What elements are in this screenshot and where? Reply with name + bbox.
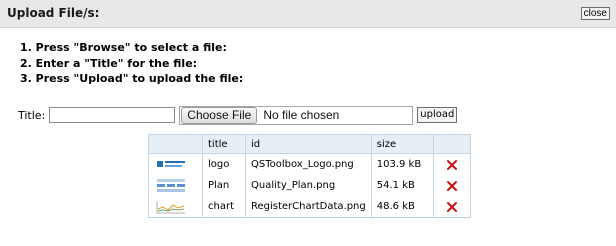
file-chooser: Choose File No file chosen <box>179 105 414 125</box>
row-id: Quality_Plan.png <box>245 175 372 196</box>
header-thumbnail <box>148 134 203 154</box>
title-input[interactable] <box>49 107 176 123</box>
row-title: chart <box>202 196 246 218</box>
delete-icon[interactable] <box>446 159 458 171</box>
instruction-step: 2. Enter a "Title" for the file: <box>20 56 198 70</box>
instructions-list: 1. Press "Browse" to select a file: 2. E… <box>20 40 243 87</box>
file-status: No file chosen <box>263 108 340 122</box>
instruction-step: 1. Press "Browse" to select a file: <box>20 41 227 54</box>
close-button[interactable]: close <box>580 7 610 20</box>
choose-file-button[interactable]: Choose File <box>181 106 258 124</box>
row-title: logo <box>202 153 246 175</box>
table-header-row: title id size <box>148 134 471 154</box>
header-delete <box>432 134 471 154</box>
header-title: title <box>202 134 246 154</box>
upload-button[interactable]: upload <box>417 107 458 123</box>
title-label: Title: <box>18 108 46 122</box>
dialog-titlebar: Upload File/s: close <box>0 0 616 28</box>
delete-icon[interactable] <box>446 180 458 192</box>
row-id: QSToolbox_Logo.png <box>245 153 372 175</box>
logo-thumbnail[interactable] <box>154 156 188 173</box>
dialog-title: Upload File/s: <box>7 6 100 20</box>
diagram-thumbnail[interactable] <box>154 177 188 194</box>
files-table: title id size logo QSToolbox_Logo.png 10… <box>148 134 471 218</box>
row-title: Plan <box>202 175 246 196</box>
table-row: chart RegisterChartData.png 48.6 kB <box>148 196 471 218</box>
row-id: RegisterChartData.png <box>245 196 372 218</box>
header-size: size <box>370 134 434 154</box>
table-row: Plan Quality_Plan.png 54.1 kB <box>148 175 471 196</box>
row-size: 103.9 kB <box>370 153 434 175</box>
row-size: 54.1 kB <box>370 175 434 196</box>
chart-thumbnail[interactable] <box>154 198 188 215</box>
delete-icon[interactable] <box>446 201 458 213</box>
upload-form: Title: Choose File No file chosen upload <box>18 105 458 125</box>
table-row: logo QSToolbox_Logo.png 103.9 kB <box>148 153 471 175</box>
header-id: id <box>245 134 372 154</box>
instruction-step: 3. Press "Upload" to upload the file: <box>20 72 244 85</box>
row-size: 48.6 kB <box>370 196 434 218</box>
